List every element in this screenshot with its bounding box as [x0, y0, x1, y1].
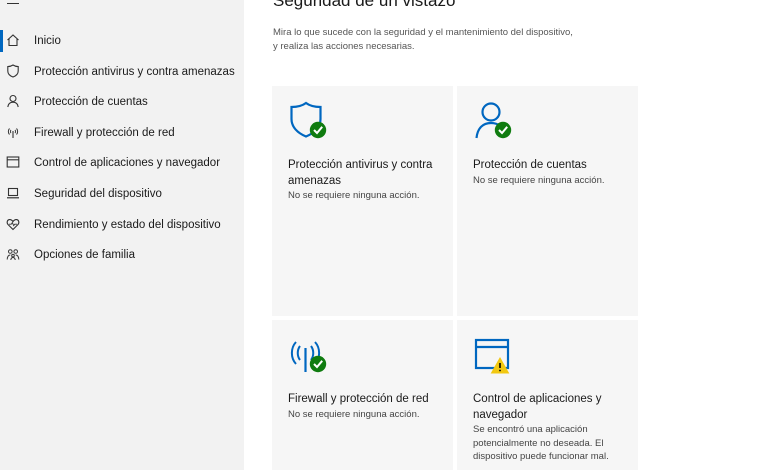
- sidebar-item-firewall[interactable]: Firewall y protección de red: [0, 118, 244, 148]
- wifi-signal-icon: [6, 125, 20, 139]
- firewall-check-icon: [288, 334, 328, 376]
- page-subtitle: Mira lo que sucede con la seguridad y el…: [273, 27, 573, 52]
- main-content: Seguridad de un vistazo Mira lo que suce…: [244, 0, 780, 470]
- page-title: Seguridad de un vistazo: [273, 0, 456, 10]
- app-browser-icon: [6, 155, 20, 169]
- card-title: Control de aplicaciones y navegador: [473, 393, 602, 421]
- laptop-icon: [6, 186, 20, 200]
- sidebar-item-label: Inicio: [34, 35, 61, 47]
- sidebar-item-label: Control de aplicaciones y navegador: [34, 157, 221, 169]
- sidebar-item-rendimiento[interactable]: Rendimiento y estado del dispositivo: [0, 210, 244, 240]
- person-icon: [6, 94, 20, 108]
- card-title: Protección antivirus y contra amenazas: [288, 159, 433, 187]
- card-title: Protección de cuentas: [473, 159, 587, 171]
- card-status: No se requiere ninguna acción.: [288, 409, 420, 420]
- card-antivirus[interactable]: Protección antivirus y contra amenazas N…: [272, 86, 453, 316]
- sidebar-item-label: Protección de cuentas: [34, 96, 148, 108]
- shield-icon: [6, 64, 20, 78]
- sidebar-item-label: Protección antivirus y contra amenazas: [34, 66, 235, 78]
- sidebar-item-label: Firewall y protección de red: [34, 127, 175, 139]
- card-status: No se requiere ninguna acción.: [288, 190, 420, 201]
- family-icon: [6, 247, 20, 261]
- sidebar-item-familia[interactable]: Opciones de familia: [0, 240, 244, 270]
- card-title: Firewall y protección de red: [288, 393, 429, 405]
- heart-pulse-icon: [6, 217, 20, 231]
- sidebar-item-cuentas[interactable]: Protección de cuentas: [0, 87, 244, 117]
- sidebar: Inicio Protección antivirus y contra ame…: [0, 0, 244, 470]
- sidebar-item-dispositivo[interactable]: Seguridad del dispositivo: [0, 179, 244, 209]
- card-status: No se requiere ninguna acción.: [473, 175, 605, 186]
- sidebar-item-label: Seguridad del dispositivo: [34, 188, 162, 200]
- card-aplicaciones[interactable]: Control de aplicaciones y navegador Se e…: [457, 320, 638, 470]
- account-check-icon: [473, 100, 513, 142]
- app-browser-warning-icon: [473, 334, 513, 376]
- home-icon: [6, 33, 20, 47]
- shield-check-icon: [288, 100, 328, 142]
- hamburger-menu-icon[interactable]: [7, 0, 21, 8]
- sidebar-item-label: Rendimiento y estado del dispositivo: [34, 219, 221, 231]
- sidebar-item-aplicaciones[interactable]: Control de aplicaciones y navegador: [0, 148, 244, 178]
- sidebar-item-antivirus[interactable]: Protección antivirus y contra amenazas: [0, 57, 244, 87]
- card-firewall[interactable]: Firewall y protección de red No se requi…: [272, 320, 453, 470]
- card-status: Se encontró una aplicación potencialment…: [473, 424, 609, 462]
- card-cuentas[interactable]: Protección de cuentas No se requiere nin…: [457, 86, 638, 316]
- sidebar-item-label: Opciones de familia: [34, 249, 135, 261]
- sidebar-item-inicio[interactable]: Inicio: [0, 26, 244, 56]
